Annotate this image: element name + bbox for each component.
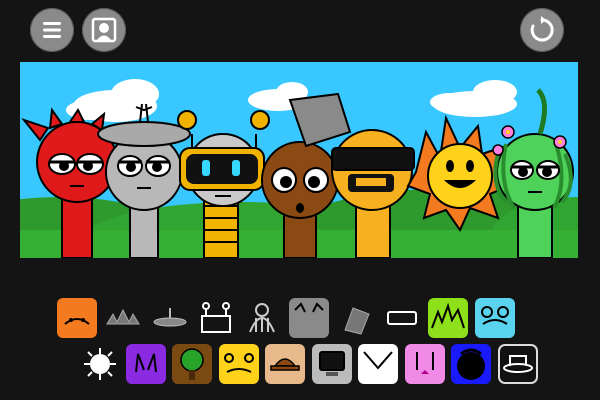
character-stage — [20, 62, 578, 258]
computer-slot[interactable] — [312, 344, 352, 384]
black-hat-slot[interactable] — [498, 344, 538, 384]
white-collar-slot[interactable] — [358, 344, 398, 384]
white-sun-slot[interactable] — [80, 344, 120, 384]
menu-button[interactable] — [30, 8, 74, 52]
refresh-icon — [530, 16, 554, 42]
tree-slot[interactable] — [172, 344, 212, 384]
blue-hood-slot[interactable] — [451, 344, 491, 384]
avatar-button[interactable] — [82, 8, 126, 52]
orange-sound-slot[interactable] — [57, 298, 97, 338]
gray-dish-slot[interactable] — [150, 298, 190, 338]
reset-button[interactable] — [520, 8, 564, 52]
visor-slot[interactable] — [382, 298, 422, 338]
pink-bunny-slot[interactable] — [405, 344, 445, 384]
gray-cage-slot[interactable] — [242, 298, 282, 338]
hamburger-menu-icon — [43, 22, 61, 38]
cyan-bear-slot[interactable] — [475, 298, 515, 338]
gray-spikes-slot[interactable] — [103, 298, 143, 338]
yellow-drops-slot[interactable] — [219, 344, 259, 384]
robot-antenna-slot[interactable] — [196, 298, 236, 338]
stage-scene — [20, 62, 578, 258]
portrait-icon — [91, 17, 117, 43]
tan-hat-slot[interactable] — [265, 344, 305, 384]
lime-grass-slot[interactable] — [428, 298, 468, 338]
purple-ears-slot[interactable] — [126, 344, 166, 384]
gray-cat-slot[interactable] — [289, 298, 329, 338]
gray-bucket-slot[interactable] — [335, 298, 375, 338]
